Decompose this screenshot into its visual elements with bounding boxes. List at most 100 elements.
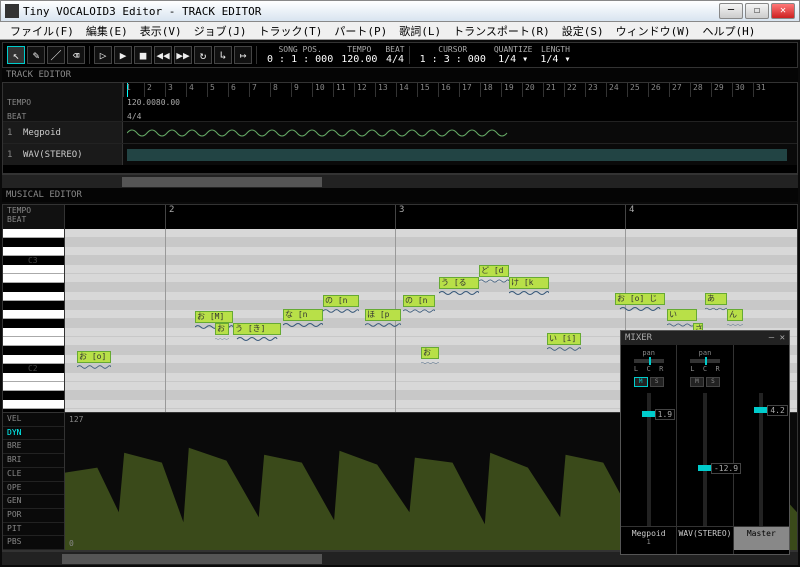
stop-button[interactable]: ■ [134,46,152,64]
track-ruler[interactable]: 1234567891011121314151617181920212223242… [123,83,797,97]
track-head[interactable]: 1Megpoid [3,122,123,143]
me-tempo-label: TEMPO [7,206,60,215]
beat-label: BEAT [385,45,404,54]
menu-item[interactable]: ヘルプ(H) [697,23,762,39]
me-ruler[interactable]: 234 [65,205,797,229]
menu-item[interactable]: ファイル(F) [4,23,80,39]
menu-item[interactable]: トランスポート(R) [447,23,556,39]
menu-item[interactable]: 編集(E) [80,23,134,39]
pan-control[interactable]: panL C R [690,349,720,375]
track-hscroll[interactable] [2,174,798,188]
me-bar-tick: 4 [625,205,634,229]
param-item-bri[interactable]: BRI [3,454,64,468]
param-item-ope[interactable]: OPE [3,482,64,496]
piano-key[interactable] [3,355,64,364]
piano-key[interactable]: C2 [3,364,40,373]
quantize-value[interactable]: 1/4 ▾ [498,54,528,65]
piano-key[interactable]: C3 [3,256,40,265]
mixer-window[interactable]: MIXER— ✕ panL C RMS1.9Megpoid1panL C RMS… [620,330,790,555]
param-item-pit[interactable]: PIT [3,523,64,537]
rewind-button[interactable]: ◀◀ [154,46,172,64]
param-item-bre[interactable]: BRE [3,440,64,454]
ruler-tick: 11 [333,83,346,97]
param-item-gen[interactable]: GEN [3,495,64,509]
param-item-cle[interactable]: CLE [3,468,64,482]
fader[interactable]: 1.9 [647,393,651,526]
forward-button[interactable]: ▶▶ [174,46,192,64]
piano-key[interactable] [3,229,64,238]
hscroll-thumb[interactable] [122,177,322,187]
skip-button[interactable]: ↦ [234,46,252,64]
fader-handle[interactable] [754,407,768,413]
piano-key[interactable] [3,292,64,301]
mute-button[interactable]: M [690,377,704,387]
track-row[interactable]: 1Megpoid [3,121,797,143]
mixer-minimize-icon[interactable]: — [769,333,774,343]
fader-handle[interactable] [642,411,656,417]
menu-item[interactable]: パート(P) [328,23,393,39]
solo-button[interactable]: S [650,377,664,387]
ruler-tick: 5 [207,83,215,97]
menu-item[interactable]: 歌詞(L) [393,23,447,39]
play-start-button[interactable]: ▷ [94,46,112,64]
play-button[interactable]: ▶ [114,46,132,64]
mute-button[interactable]: M [634,377,648,387]
maximize-button[interactable]: ☐ [745,3,769,19]
track-head[interactable]: 1WAV(STEREO) [3,144,123,165]
ruler-beat-val: 4/4 [123,112,141,121]
piano-key[interactable] [3,301,40,310]
piano-key[interactable] [3,382,64,391]
menu-item[interactable]: 表示(V) [134,23,188,39]
param-item-pbs[interactable]: PBS [3,536,64,550]
marker-button[interactable]: ↳ [214,46,232,64]
param-item-por[interactable]: POR [3,509,64,523]
piano-key[interactable] [3,319,40,328]
close-button[interactable]: ✕ [771,3,795,19]
track-body[interactable] [123,144,797,165]
line-tool[interactable]: ／ [47,46,65,64]
minimize-button[interactable]: ─ [719,3,743,19]
piano-key[interactable] [3,400,64,409]
piano-key[interactable] [3,274,64,283]
menu-item[interactable]: ジョブ(J) [188,23,253,39]
param-item-dyn[interactable]: DYN [3,427,64,441]
ruler-tick: 7 [249,83,257,97]
piano-key[interactable] [3,283,40,292]
menu-item[interactable]: トラック(T) [253,23,329,39]
piano-keys[interactable]: C3 C2 [3,229,65,412]
piano-key[interactable] [3,373,64,382]
track-body[interactable] [123,122,797,143]
ruler-tick: 8 [270,83,278,97]
toolbar: ↖ ✎ ／ ⌫ ▷ ▶ ■ ◀◀ ▶▶ ↻ ↳ ↦ SONG POS.0 : 1… [2,42,798,68]
fader[interactable]: 4.2 [759,393,763,526]
loop-button[interactable]: ↻ [194,46,212,64]
fader-handle[interactable] [698,465,712,471]
piano-key[interactable] [3,337,64,346]
erase-tool[interactable]: ⌫ [67,46,85,64]
menu-item[interactable]: 設定(S) [556,23,610,39]
menu-item[interactable]: ウィンドウ(W) [610,23,697,39]
piano-key[interactable] [3,265,64,274]
channel-label: Megpoid1 [621,526,676,550]
length-value[interactable]: 1/4 ▾ [540,54,570,65]
channel-label: WAV(STEREO) [677,526,732,550]
pointer-tool[interactable]: ↖ [7,46,25,64]
pencil-tool[interactable]: ✎ [27,46,45,64]
ruler-tempo-val: 120.0080.00 [123,98,180,107]
tempo-value: 120.00 [341,54,377,65]
piano-key[interactable] [3,238,40,247]
mixer-close-icon[interactable]: ✕ [780,333,785,343]
piano-key[interactable] [3,391,40,400]
param-item-vel[interactable]: VEL [3,413,64,427]
fader[interactable]: -12.9 [703,393,707,526]
piano-key[interactable] [3,310,64,319]
piano-key[interactable] [3,247,64,256]
solo-button[interactable]: S [706,377,720,387]
me-hscroll-thumb[interactable] [62,554,322,564]
pan-control[interactable]: panL C R [634,349,664,375]
piano-key[interactable] [3,328,64,337]
ruler-tick: 19 [501,83,514,97]
track-row[interactable]: 1WAV(STEREO) [3,143,797,165]
piano-key[interactable] [3,346,40,355]
titlebar: Tiny VOCALOID3 Editor - TRACK EDITOR ─ ☐… [0,0,800,22]
